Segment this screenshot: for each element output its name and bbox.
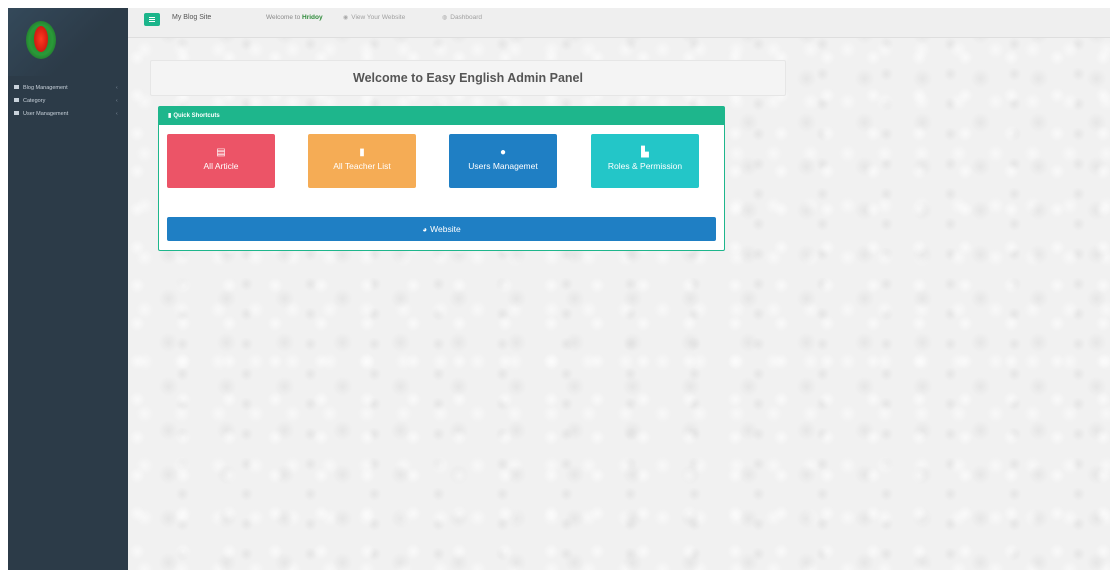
grid-icon (14, 97, 19, 102)
dashboard-icon: ◍ (442, 15, 448, 21)
dashboard-label: Dashboard (450, 14, 483, 21)
file-icon: ▙ (641, 147, 649, 158)
chevron-left-icon: ‹ (116, 85, 118, 91)
tile-label: Roles & Permission (607, 161, 683, 171)
top-navbar: My Blog Site Welcome to Hridoy ◉ View You… (128, 8, 1110, 38)
user-name: Hridoy (302, 14, 323, 21)
tile-label: All Article (203, 161, 239, 171)
app-window: Blog Management ‹ Category ‹ User Manage… (8, 8, 1110, 570)
view-website-label: View Your Website (351, 14, 406, 21)
sidebar-item-blog-management[interactable]: Blog Management ‹ (8, 82, 128, 95)
globe-icon: ◕ (422, 225, 428, 234)
welcome-text: Welcome to Hridoy (266, 13, 323, 23)
sidebar-item-label: User Management (23, 111, 69, 117)
website-button[interactable]: ◕ Website (167, 217, 716, 241)
panel-header: ▮ Quick Shortcuts (159, 107, 724, 125)
sidebar-item-user-management[interactable]: User Management ‹ (8, 108, 128, 121)
grid-icon (14, 84, 19, 89)
eye-icon: ◉ (343, 15, 349, 21)
main-content: My Blog Site Welcome to Hridoy ◉ View You… (128, 8, 1110, 570)
all-teacher-list-button[interactable]: ▮ All Teacher List (308, 134, 416, 188)
hamburger-icon (149, 19, 155, 20)
chevron-left-icon: ‹ (116, 98, 118, 104)
dashboard-link[interactable]: ◍ Dashboard (442, 13, 482, 23)
chevron-left-icon: ‹ (116, 111, 118, 117)
roles-permission-button[interactable]: ▙ Roles & Permission (591, 134, 699, 188)
panel-title: Quick Shortcuts (173, 113, 220, 119)
hamburger-icon (149, 21, 155, 22)
view-website-link[interactable]: ◉ View Your Website (343, 13, 405, 23)
menu-toggle-button[interactable] (144, 13, 160, 26)
logo-area[interactable] (8, 8, 128, 76)
tile-label: All Teacher List (333, 161, 391, 171)
welcome-prefix: Welcome to (266, 14, 301, 21)
sidebar: Blog Management ‹ Category ‹ User Manage… (8, 8, 128, 570)
website-label: Website (430, 224, 461, 234)
user-icon: ● (499, 147, 507, 158)
sidebar-item-category[interactable]: Category ‹ (8, 95, 128, 108)
bookmark-icon: ▮ (359, 147, 365, 158)
all-article-button[interactable]: ▤ All Article (167, 134, 275, 188)
bookmark-icon: ▮ (168, 113, 172, 119)
site-name-link[interactable]: My Blog Site (172, 13, 211, 23)
tile-label: Users Managemet (468, 161, 538, 171)
page-title: Welcome to Easy English Admin Panel (150, 60, 786, 96)
sidebar-item-label: Category (23, 98, 46, 104)
users-management-button[interactable]: ● Users Managemet (449, 134, 557, 188)
sidebar-menu: Blog Management ‹ Category ‹ User Manage… (8, 82, 128, 121)
grid-icon (14, 110, 19, 115)
sidebar-item-label: Blog Management (23, 85, 68, 91)
logo-core (34, 26, 48, 52)
calendar-icon: ▤ (216, 147, 226, 158)
hamburger-icon (149, 17, 155, 18)
quick-shortcuts-panel: ▮ Quick Shortcuts ▤ All Article ▮ All Tea… (158, 106, 725, 251)
